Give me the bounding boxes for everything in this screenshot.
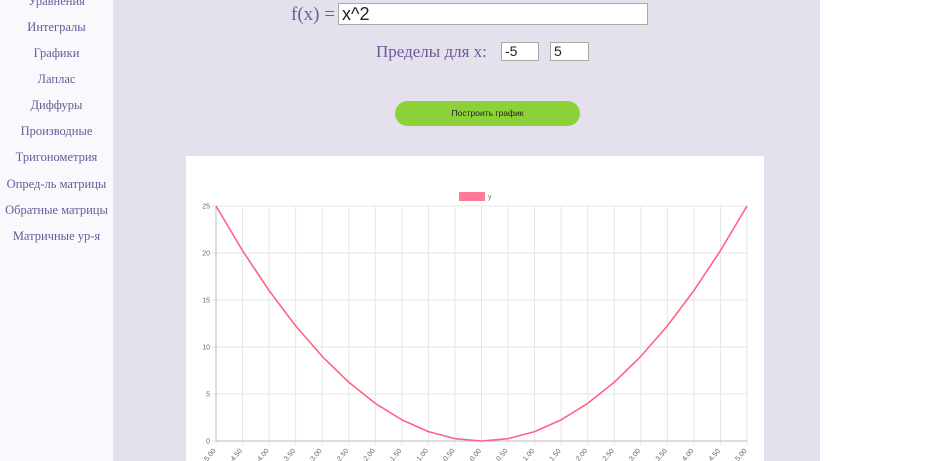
limits-label: Пределы для x: — [376, 42, 487, 61]
x-tick-label: -0.50 — [441, 448, 457, 461]
chart-card: -5.00 -4.50 -4.00 -3.50 -3.00 -2.50 -2.00 -1.50… — [186, 156, 764, 461]
x-tick-label: 2.00 — [575, 448, 589, 461]
x-tick-label: 4.50 — [708, 448, 722, 461]
y-tick-label: 5 — [206, 392, 210, 399]
x-tick-label: -4.00 — [255, 448, 271, 461]
x-tick-label: -1.00 — [414, 448, 430, 461]
legend-swatch — [459, 192, 485, 201]
y-tick-label: 20 — [202, 251, 210, 258]
x-tick-label: -2.00 — [361, 448, 377, 461]
sidebar-item-equations[interactable]: Уравнения — [0, 0, 113, 9]
x-tick-label: 3.50 — [655, 448, 669, 461]
sidebar-item-graphs[interactable]: Графики — [0, 46, 113, 61]
sidebar-item-integrals[interactable]: Интегралы — [0, 20, 113, 35]
y-tick-label: 25 — [202, 204, 210, 211]
x-tick-label: 2.50 — [602, 448, 616, 461]
sidebar-item-diff-eq[interactable]: Диффуры — [0, 98, 113, 113]
x-tick-label: 1.50 — [549, 448, 563, 461]
x-tick-label: -1.50 — [388, 448, 404, 461]
x-tick-label: -5.00 — [202, 448, 218, 461]
y-tick-label: 15 — [202, 298, 210, 305]
x-max-input[interactable]: 5 — [550, 42, 589, 61]
plot-graph-button[interactable]: Построить график — [395, 101, 580, 126]
x-tick-label: 4.00 — [681, 448, 695, 461]
sidebar-item-derivatives[interactable]: Производные — [0, 124, 113, 139]
y-tick-label: 10 — [202, 345, 210, 352]
x-tick-label: 0.50 — [495, 448, 509, 461]
line-chart: -5.00 -4.50 -4.00 -3.50 -3.00 -2.50 -2.00 -1.50… — [202, 192, 749, 461]
sidebar-nav: Уравнения Интегралы Графики Лаплас Диффу… — [0, 0, 113, 461]
x-min-input[interactable]: -5 — [501, 42, 539, 61]
x-tick-label: 1.00 — [522, 448, 536, 461]
sidebar-item-laplace[interactable]: Лаплас — [0, 72, 113, 87]
x-tick-label: 5.00 — [734, 448, 748, 461]
x-tick-label: -3.00 — [308, 448, 324, 461]
function-label: f(x) = — [291, 4, 335, 25]
x-tick-label: -2.50 — [335, 448, 351, 461]
y-tick-label: 0 — [206, 439, 210, 446]
x-tick-label: -4.50 — [228, 448, 244, 461]
legend-label: y — [488, 194, 492, 201]
right-panel — [820, 0, 935, 461]
function-input[interactable]: x^2 — [338, 3, 648, 25]
sidebar-item-trigonometry[interactable]: Тригонометрия — [0, 150, 113, 165]
x-tick-label: 3.00 — [628, 448, 642, 461]
x-tick-label: -0.00 — [467, 448, 483, 461]
sidebar-item-matrix-equations[interactable]: Матричные ур-я — [0, 229, 113, 244]
sidebar-item-inverse-matrix[interactable]: Обратные матрицы — [0, 203, 113, 218]
sidebar-item-determinant[interactable]: Опред-ль матрицы — [0, 177, 113, 192]
x-tick-label: -3.50 — [282, 448, 298, 461]
